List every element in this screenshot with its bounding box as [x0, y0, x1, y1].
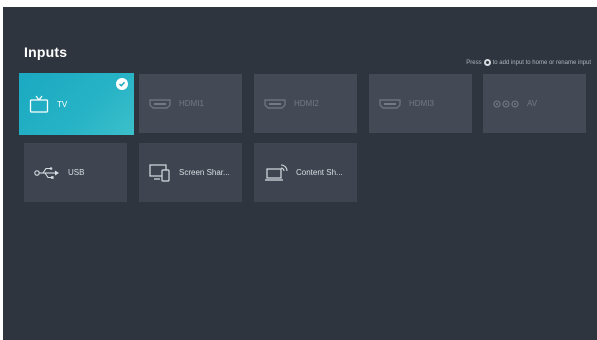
- input-label: TV: [57, 99, 68, 109]
- input-label: Screen Shar...: [179, 168, 230, 177]
- input-tile-tv[interactable]: TV: [19, 73, 134, 135]
- ok-button-icon: [483, 59, 491, 66]
- input-label: Content Sh...: [296, 168, 343, 177]
- hint-suffix: to add input to home or rename input: [492, 59, 591, 66]
- hdmi-port-icon: [149, 98, 171, 109]
- hint-text: Press to add input to home or rename inp…: [466, 59, 591, 66]
- input-label: AV: [527, 99, 538, 108]
- input-label: HDMI2: [294, 99, 319, 108]
- hdmi-port-icon: [264, 98, 286, 109]
- selected-check-icon: [116, 78, 128, 90]
- input-tile-content-share[interactable]: Content Sh...: [254, 143, 357, 202]
- input-tile-usb[interactable]: USB: [24, 143, 127, 202]
- input-label: HDMI3: [409, 99, 434, 108]
- input-tile-screen-share[interactable]: Screen Shar...: [139, 143, 242, 202]
- input-tile-hdmi2[interactable]: HDMI2: [254, 74, 357, 133]
- input-label: HDMI1: [179, 99, 204, 108]
- hint-prefix: Press: [466, 59, 482, 66]
- page-title: Inputs: [24, 44, 68, 60]
- tv-icon: [29, 95, 49, 113]
- input-label: USB: [68, 168, 85, 177]
- input-tile-av[interactable]: AV: [483, 74, 586, 133]
- screen-share-icon: [149, 163, 171, 182]
- input-tile-hdmi1[interactable]: HDMI1: [139, 74, 242, 133]
- content-share-icon: [264, 163, 288, 182]
- usb-icon: [34, 166, 60, 180]
- input-tile-hdmi3[interactable]: HDMI3: [369, 74, 472, 133]
- tv-screen: Inputs Press to add input to home or ren…: [3, 7, 597, 340]
- av-ports-icon: [493, 99, 519, 108]
- hdmi-port-icon: [379, 98, 401, 109]
